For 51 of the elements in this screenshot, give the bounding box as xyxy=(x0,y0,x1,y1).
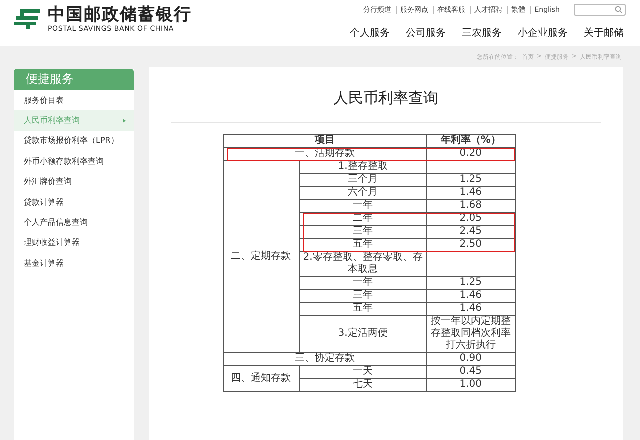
table-cell: 五年 xyxy=(299,302,427,316)
nav-link[interactable]: 关于邮储 xyxy=(584,26,624,40)
column-header: 年利率（%） xyxy=(426,134,515,148)
table-cell: 3.定活两便 xyxy=(299,316,427,352)
page-title: 人民币利率查询 xyxy=(171,89,601,123)
nav-link[interactable]: 个人服务 xyxy=(350,26,390,40)
table-cell: 2.05 xyxy=(426,212,515,226)
search-field[interactable] xyxy=(574,4,626,16)
sidebar-item[interactable]: 基金计算器 xyxy=(14,253,134,274)
nav-link[interactable]: 三农服务 xyxy=(462,26,502,40)
caret-icon xyxy=(123,118,126,123)
sidebar-item[interactable]: 外币小额存款利率查询 xyxy=(14,151,134,172)
table-cell: 一天 xyxy=(299,366,427,378)
sidebar-item[interactable]: 贷款计算器 xyxy=(14,192,134,212)
search-icon xyxy=(615,6,623,14)
sidebar-item[interactable]: 理财收益计算器 xyxy=(14,232,134,254)
table-cell: 按一年以内定期整存整取同档次利率打六折执行 xyxy=(426,316,515,352)
sidebar-item[interactable]: 服务价目表 xyxy=(14,90,134,110)
table-cell: 1.整存整取 xyxy=(299,160,427,174)
table-cell: 1.46 xyxy=(426,290,515,302)
table-cell: 1.68 xyxy=(426,200,515,212)
sidebar-item[interactable]: 个人产品信息查询 xyxy=(14,212,134,233)
nav-link[interactable]: 小企业服务 xyxy=(518,26,568,40)
table-cell: 1.00 xyxy=(426,378,515,392)
table-cell: 四、通知存款 xyxy=(223,366,300,392)
table-cell: 五年 xyxy=(299,238,427,252)
table-cell: 六个月 xyxy=(299,186,427,200)
table-cell: 三个月 xyxy=(299,174,427,186)
table-cell: 1.46 xyxy=(426,302,515,316)
table-cell: 1.25 xyxy=(426,276,515,290)
logo-icon xyxy=(12,7,42,31)
nav-link[interactable]: 公司服务 xyxy=(406,26,446,40)
table-cell: 1.25 xyxy=(426,174,515,186)
table-cell: 0.90 xyxy=(426,352,515,366)
table-cell: 七天 xyxy=(299,378,427,392)
table-cell: 2.45 xyxy=(426,226,515,238)
table-cell: 二、定期存款 xyxy=(223,160,300,352)
table-cell: 三年 xyxy=(299,226,427,238)
sidebar-title: 便捷服务 xyxy=(14,69,134,90)
column-header: 项目 xyxy=(223,134,427,148)
table-cell: 三年 xyxy=(299,290,427,302)
table-cell: 0.45 xyxy=(426,366,515,378)
bank-name: 中国邮政储蓄银行 xyxy=(48,5,192,25)
sidebar-item[interactable]: 外汇牌价查询 xyxy=(14,172,134,192)
table-cell: 2.零存整取、整存零取、存本取息 xyxy=(299,252,427,276)
table-cell: 二年 xyxy=(299,212,427,226)
table-cell: 一年 xyxy=(299,276,427,290)
table-cell: 一年 xyxy=(299,200,427,212)
table-cell: 1.46 xyxy=(426,186,515,200)
table-cell: 三、协定存款 xyxy=(223,352,427,366)
sidebar-item[interactable]: 贷款市场报价利率（LPR） xyxy=(14,130,134,152)
